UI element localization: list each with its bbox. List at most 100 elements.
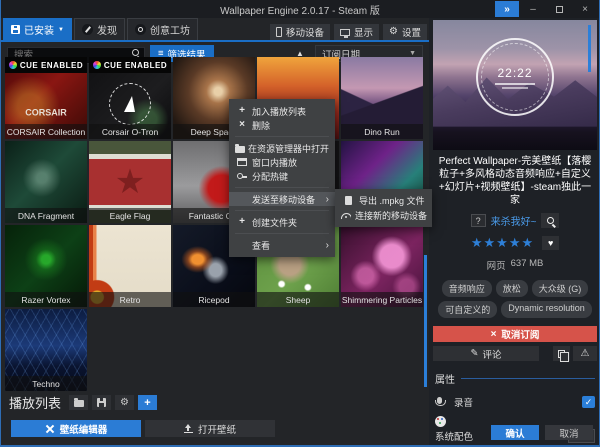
microphone-icon (437, 397, 442, 404)
menu-item-label: 在资源管理器中打开 (248, 142, 329, 155)
settings-button[interactable]: ⚙ 设置 (383, 24, 427, 40)
tile-label: Ricepod (173, 292, 255, 307)
grid-scrollbar-thumb[interactable] (424, 255, 427, 387)
wallpaper-tile[interactable]: DNA Fragment (5, 141, 87, 223)
tab-bar: 已安装 ▼ 发现 创意工坊 移动设备 显示 ⚙ 设置 (3, 20, 427, 40)
star-icon[interactable]: ★ (496, 235, 509, 250)
wallpaper-editor-button[interactable]: 壁纸编辑器 (11, 420, 141, 437)
close-icon: × (239, 120, 245, 130)
menu-separator (235, 210, 329, 211)
unsubscribe-button[interactable]: × 取消订阅 (433, 326, 597, 342)
tag-pill[interactable]: 音频响应 (442, 280, 492, 297)
icue-logo-icon (9, 61, 17, 69)
wallpaper-tile[interactable]: ★Eagle Flag (89, 141, 171, 223)
menu-item[interactable]: ×删除 (229, 118, 335, 132)
menu-item[interactable]: +加入播放列表 (229, 104, 335, 118)
playlist-settings-button[interactable]: ⚙ (115, 395, 134, 410)
star-icon[interactable]: ★ (509, 235, 522, 250)
menu-item-icon-cell (235, 158, 249, 166)
minimize-button[interactable]: – (521, 1, 545, 17)
panel-scrollbar[interactable] (588, 25, 591, 72)
tag-pill[interactable]: 放松 (496, 280, 528, 297)
author-search-button[interactable] (541, 213, 559, 228)
wallpaper-tile[interactable]: Retro (89, 225, 171, 307)
caret-down-icon: ▼ (409, 50, 416, 57)
playlist-add-button[interactable]: + (138, 395, 157, 410)
confirm-button[interactable]: 确认 (491, 425, 539, 440)
rating-stars[interactable]: ★★★★★ ♥ (429, 234, 600, 252)
report-button[interactable]: ⚠ (573, 346, 597, 361)
tag-list: 音频响应放松大众级 (G) 可自定义的Dynamic resolution (433, 280, 597, 318)
tab-discover[interactable]: 发现 (74, 18, 125, 40)
wallpaper-preview[interactable]: 22:22 (433, 20, 597, 150)
wallpaper-tile[interactable]: Razer Vortex (5, 225, 87, 307)
tile-label: DNA Fragment (5, 208, 87, 223)
open-wallpaper-label: 打开壁纸 (198, 422, 236, 436)
wallpaper-size: 637 MB (511, 258, 544, 272)
plus-icon: + (239, 106, 245, 116)
copy-button[interactable] (553, 346, 570, 361)
close-button[interactable]: × (573, 1, 597, 17)
wallpaper-tile[interactable]: CUE ENABLEDCorsair O-Tron (89, 57, 171, 139)
menu-item[interactable]: 连接新的移动设备 (335, 208, 432, 223)
wallpaper-tile[interactable]: Dino Run (341, 57, 423, 139)
wallpaper-tile[interactable]: CUE ENABLEDCORSAIRCORSAIR Collection (5, 57, 87, 139)
phone-icon (276, 27, 282, 37)
audio-row: 录音 ✓ (435, 395, 595, 409)
clock-overlay: 22:22 (476, 38, 554, 116)
tag-pill[interactable]: Dynamic resolution (501, 301, 592, 318)
display-label: 显示 (354, 25, 373, 39)
playlist-open-button[interactable] (69, 395, 88, 410)
heart-icon: ♥ (548, 238, 553, 248)
menu-item[interactable]: 窗口内播放 (229, 155, 335, 169)
menu-item[interactable]: 查看› (229, 238, 335, 252)
tab-workshop[interactable]: 创意工坊 (127, 18, 198, 40)
tile-label: Sheep (257, 292, 339, 307)
corsair-ring-icon (109, 83, 151, 125)
star-icon[interactable]: ★ (521, 235, 534, 250)
icue-banner: CUE ENABLED (5, 57, 87, 73)
tab-workshop-label: 创意工坊 (150, 22, 190, 37)
close-icon: × (582, 4, 588, 15)
icue-logo-icon (93, 61, 101, 69)
mobile-devices-button[interactable]: 移动设备 (270, 24, 330, 40)
comment-button[interactable]: ✎ 评论 (433, 346, 539, 361)
tag-pill[interactable]: 大众级 (G) (532, 280, 589, 297)
menu-item[interactable]: 发送至移动设备› (229, 192, 335, 206)
star-icon[interactable]: ★ (471, 235, 484, 250)
cancel-button[interactable]: 取消 (545, 425, 593, 440)
plus-icon: + (144, 397, 150, 409)
wallpaper-tile[interactable]: Techno (5, 309, 87, 391)
playlist-save-button[interactable] (92, 395, 111, 410)
menu-item[interactable]: +创建文件夹 (229, 215, 335, 229)
menu-item[interactable]: 分配热键 (229, 169, 335, 183)
meta-row: 网页 637 MB (429, 258, 600, 272)
menu-item[interactable]: 导出 .mpkg 文件 (335, 193, 432, 208)
minimize-icon: – (530, 4, 536, 15)
author-row: ? 来杀我好~ (429, 213, 600, 228)
menu-item-label: 分配热键 (252, 170, 288, 183)
audio-checkbox[interactable]: ✓ (582, 396, 595, 408)
author-link[interactable]: 来杀我好~ (491, 213, 537, 228)
wallpaper-tile[interactable]: Shimmering Particles (341, 225, 423, 307)
tile-label: Techno (5, 376, 87, 391)
menu-item-icon-cell (341, 196, 355, 205)
gear-icon: ⚙ (389, 27, 398, 37)
favorite-button[interactable]: ♥ (542, 236, 559, 250)
menu-separator (235, 233, 329, 234)
display-button[interactable]: 显示 (334, 24, 379, 40)
star-icon[interactable]: ★ (484, 235, 497, 250)
context-submenu: 导出 .mpkg 文件连接新的移动设备 (335, 189, 432, 227)
playlist-row: 播放列表 ⚙ + (9, 393, 157, 412)
tab-installed[interactable]: 已安装 ▼ (3, 18, 72, 40)
menu-item-label: 连接新的移动设备 (355, 209, 427, 222)
menu-item[interactable]: 在资源管理器中打开 (229, 141, 335, 155)
clock-subtext-bar (502, 87, 528, 89)
tag-pill[interactable]: 可自定义的 (438, 301, 497, 318)
audio-label: 录音 (454, 395, 473, 409)
menu-item-icon-cell (341, 212, 351, 219)
expand-panel-button[interactable]: » (495, 1, 519, 17)
clock-subtext-bar (495, 83, 535, 85)
open-wallpaper-button[interactable]: 打开壁纸 (145, 420, 275, 437)
maximize-button[interactable] (547, 1, 571, 17)
